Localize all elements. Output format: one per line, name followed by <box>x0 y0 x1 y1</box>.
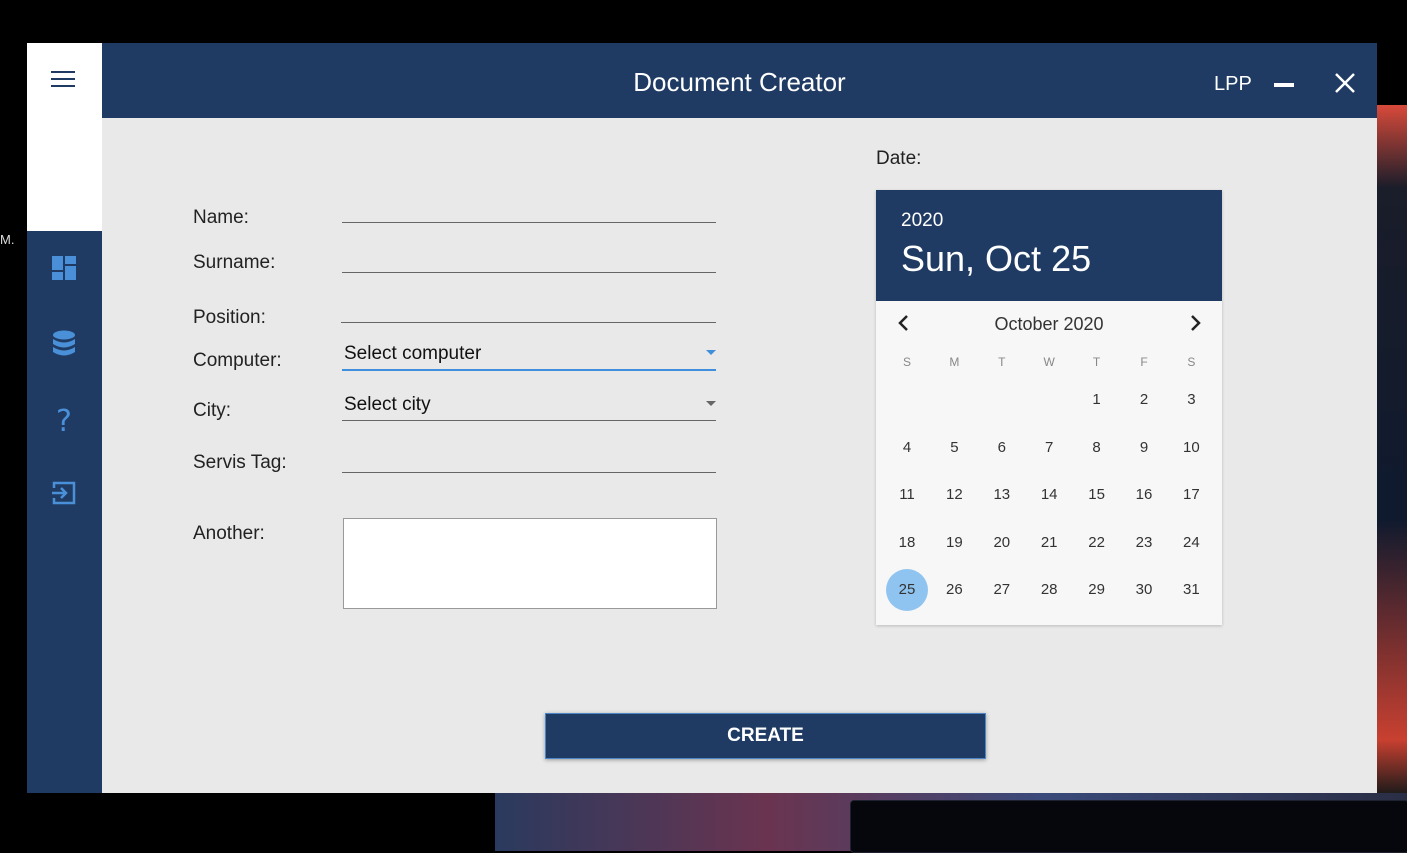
city-select[interactable]: Select city <box>342 390 716 421</box>
position-label: Position: <box>193 307 266 328</box>
calendar-day[interactable]: 18 <box>887 523 927 563</box>
dashboard-icon[interactable] <box>51 255 79 283</box>
calendar-day[interactable]: 2 <box>1124 380 1164 420</box>
calendar-day[interactable]: 10 <box>1171 428 1211 468</box>
calendar-day[interactable]: 9 <box>1124 428 1164 468</box>
sidebar-header <box>27 43 102 231</box>
calendar-day[interactable]: 28 <box>1029 570 1069 610</box>
chevron-right-icon[interactable] <box>1184 312 1206 334</box>
calendar-day-selected[interactable]: 25 <box>886 569 928 611</box>
window-title: Document Creator <box>633 67 846 97</box>
date-picker-header: 2020 Sun, Oct 25 <box>876 190 1222 301</box>
calendar-day[interactable]: 24 <box>1171 523 1211 563</box>
calendar-day[interactable]: 14 <box>1029 475 1069 515</box>
computer-label: Computer: <box>193 350 282 371</box>
selected-year[interactable]: 2020 <box>901 210 943 232</box>
date-label: Date: <box>876 148 922 169</box>
calendar-day[interactable]: 6 <box>982 428 1022 468</box>
chevron-down-icon <box>706 350 716 355</box>
calendar-day[interactable]: 1 <box>1077 380 1117 420</box>
another-label: Another: <box>193 523 265 544</box>
calendar-day[interactable]: 19 <box>934 523 974 563</box>
main-content: Name: Surname: Position: Computer: Selec… <box>102 118 1377 793</box>
weekday-header: W <box>1043 355 1055 369</box>
calendar-day[interactable]: 12 <box>934 475 974 515</box>
calendar-day[interactable]: 26 <box>934 570 974 610</box>
svg-text:?: ? <box>56 405 72 435</box>
selected-date: Sun, Oct 25 <box>901 238 1092 279</box>
calendar-day[interactable]: 29 <box>1077 570 1117 610</box>
surname-label: Surname: <box>193 252 276 273</box>
city-select-value: Select city <box>344 394 431 415</box>
servis-tag-field[interactable] <box>342 442 716 473</box>
calendar-day[interactable]: 7 <box>1029 428 1069 468</box>
desktop-panel <box>850 800 1407 853</box>
name-field[interactable] <box>342 192 716 223</box>
computer-select[interactable]: Select computer <box>342 339 716 371</box>
help-icon[interactable]: ? <box>51 404 79 439</box>
hamburger-menu-icon[interactable] <box>51 71 77 91</box>
logout-icon[interactable] <box>51 480 79 508</box>
user-label: LPP <box>1214 73 1252 95</box>
servis-tag-label: Servis Tag: <box>193 452 287 473</box>
calendar-day[interactable]: 5 <box>934 428 974 468</box>
desktop-text: M. <box>0 232 15 247</box>
calendar-day[interactable]: 15 <box>1077 475 1117 515</box>
surname-field[interactable] <box>342 242 716 273</box>
computer-select-value: Select computer <box>344 343 482 364</box>
weekday-header: M <box>949 355 960 369</box>
calendar-day[interactable]: 31 <box>1171 570 1211 610</box>
weekday-header: S <box>902 355 911 369</box>
title-bar: Document Creator LPP <box>102 43 1377 118</box>
calendar-day[interactable]: 4 <box>887 428 927 468</box>
weekday-header: S <box>1187 355 1196 369</box>
chevron-down-icon <box>706 401 716 406</box>
another-textarea[interactable] <box>343 518 717 609</box>
calendar-day[interactable]: 30 <box>1124 570 1164 610</box>
minimize-icon[interactable] <box>1274 83 1294 87</box>
city-label: City: <box>193 400 231 421</box>
desktop-background <box>1377 105 1407 795</box>
calendar-day[interactable]: 27 <box>982 570 1022 610</box>
calendar-day[interactable]: 23 <box>1124 523 1164 563</box>
weekday-header: T <box>998 355 1006 369</box>
sidebar: ? <box>27 231 102 793</box>
calendar-day[interactable]: 8 <box>1077 428 1117 468</box>
calendar-day[interactable]: 20 <box>982 523 1022 563</box>
database-icon[interactable] <box>51 330 79 358</box>
calendar-day[interactable]: 16 <box>1124 475 1164 515</box>
create-button[interactable]: CREATE <box>545 713 986 759</box>
calendar-day[interactable]: 17 <box>1171 475 1211 515</box>
calendar-day[interactable]: 3 <box>1171 380 1211 420</box>
position-field[interactable] <box>341 292 716 323</box>
weekday-header: T <box>1092 355 1101 369</box>
date-picker: 2020 Sun, Oct 25 October 2020 SMTWTFS123… <box>876 190 1222 625</box>
calendar-day[interactable]: 22 <box>1077 523 1117 563</box>
close-icon[interactable] <box>1334 72 1356 94</box>
month-label: October 2020 <box>994 314 1104 334</box>
weekday-header: F <box>1140 355 1148 369</box>
name-label: Name: <box>193 207 249 228</box>
calendar-day[interactable]: 11 <box>887 475 927 515</box>
calendar-day[interactable]: 13 <box>982 475 1022 515</box>
calendar-day[interactable]: 21 <box>1029 523 1069 563</box>
